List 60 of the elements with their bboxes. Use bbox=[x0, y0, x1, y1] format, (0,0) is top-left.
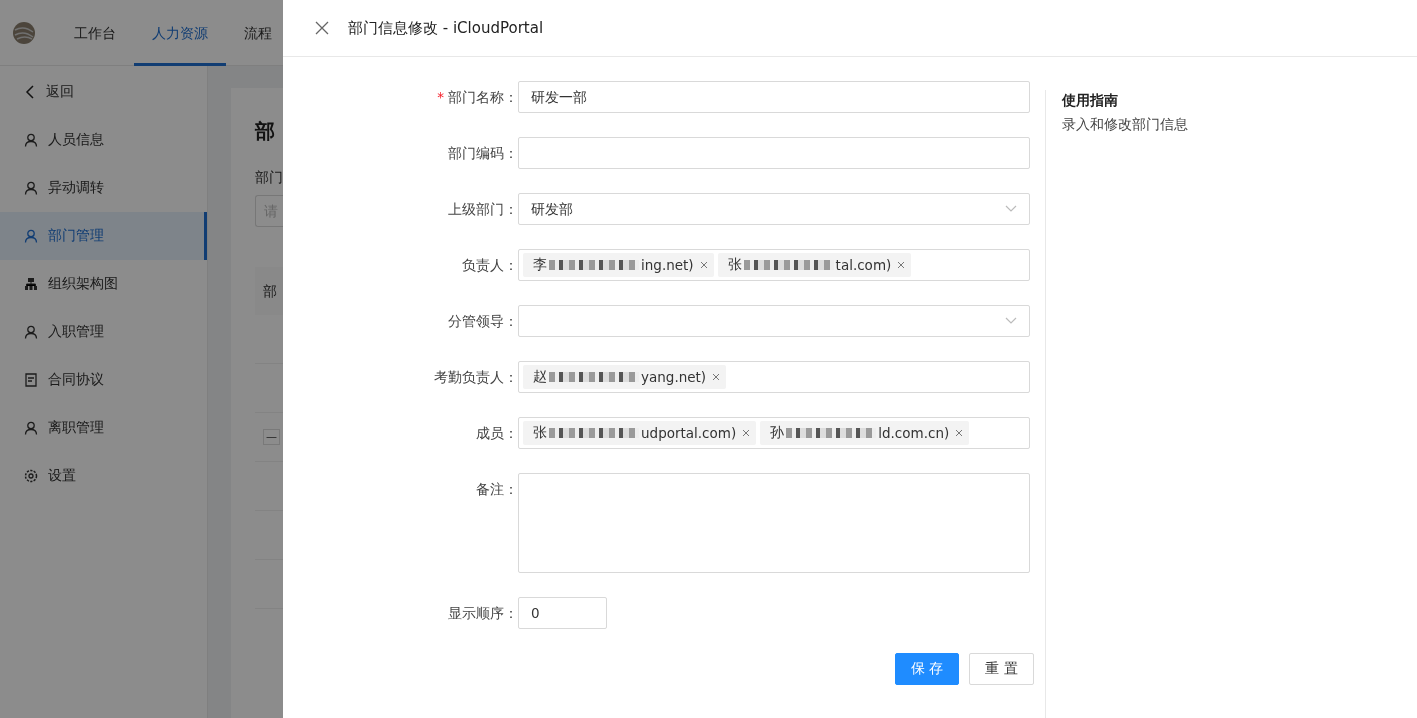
sidebar-item[interactable]: 入职管理 bbox=[0, 308, 207, 356]
text-field[interactable] bbox=[518, 137, 1030, 169]
nav-tab[interactable]: 流程 bbox=[226, 0, 272, 66]
person-icon bbox=[24, 229, 38, 243]
person-icon bbox=[24, 421, 38, 435]
tag-select-field[interactable]: 李 ing.net) 张 tal.com) bbox=[518, 249, 1030, 281]
settings-icon bbox=[24, 469, 38, 483]
person-icon bbox=[24, 181, 38, 195]
select-field[interactable]: 研发部 bbox=[518, 193, 1030, 225]
sidebar-item[interactable]: 组织架构图 bbox=[0, 260, 207, 308]
field-label: 分管领导： bbox=[448, 313, 518, 329]
select-field[interactable] bbox=[518, 305, 1030, 337]
tag-select-field[interactable]: 赵 yang.net) bbox=[518, 361, 1030, 393]
guide-text: 录入和修改部门信息 bbox=[1062, 116, 1188, 134]
order-field[interactable]: 0 bbox=[518, 597, 607, 629]
chevron-down-icon bbox=[1005, 317, 1017, 325]
person-icon bbox=[24, 325, 38, 339]
sidebar-item[interactable]: 异动调转 bbox=[0, 164, 207, 212]
globe-logo bbox=[12, 20, 36, 45]
remove-icon[interactable] bbox=[712, 373, 721, 381]
document-icon bbox=[24, 373, 38, 387]
person-tag: 张 tal.com) bbox=[717, 253, 912, 277]
field-label: 部门名称： bbox=[448, 89, 518, 105]
field-label: 考勤负责人： bbox=[434, 369, 518, 385]
filter-label: 部门 bbox=[255, 169, 284, 187]
remove-icon[interactable] bbox=[955, 429, 964, 437]
back-link[interactable]: 返回 bbox=[0, 68, 207, 116]
expand-toggle[interactable]: — bbox=[263, 429, 280, 445]
tag-select-field[interactable]: 张 udportal.com) 孙 ld.com.cn) bbox=[518, 417, 1030, 449]
chevron-left-icon bbox=[24, 85, 36, 99]
nav-tab[interactable]: 工作台 bbox=[56, 0, 134, 66]
person-tag: 孙 ld.com.cn) bbox=[760, 421, 970, 445]
text-field[interactable]: 研发一部 bbox=[518, 81, 1030, 113]
field-label: 负责人： bbox=[462, 257, 518, 273]
remove-icon[interactable] bbox=[897, 261, 906, 269]
field-label: 上级部门： bbox=[448, 201, 518, 217]
sidebar-item[interactable]: 设置 bbox=[0, 452, 207, 500]
person-icon bbox=[24, 133, 38, 147]
field-label: 备注： bbox=[476, 481, 518, 497]
field-label: 显示顺序： bbox=[448, 605, 518, 621]
page-title: 部 bbox=[255, 118, 276, 145]
person-tag: 赵 yang.net) bbox=[523, 365, 727, 389]
sidebar-item[interactable]: 合同协议 bbox=[0, 356, 207, 404]
required-mark: * bbox=[437, 89, 444, 105]
close-icon[interactable] bbox=[315, 21, 329, 35]
guide-title: 使用指南 bbox=[1062, 92, 1119, 110]
remove-icon[interactable] bbox=[699, 261, 708, 269]
drawer-title: 部门信息修改 - iCloudPortal bbox=[348, 18, 544, 38]
sidebar-item[interactable]: 离职管理 bbox=[0, 404, 207, 452]
reset-button[interactable]: 重 置 bbox=[969, 653, 1034, 685]
sidebar-item[interactable]: 人员信息 bbox=[0, 116, 207, 164]
person-tag: 李 ing.net) bbox=[523, 253, 714, 277]
sidebar-item[interactable]: 部门管理 bbox=[0, 212, 207, 260]
field-label: 部门编码： bbox=[448, 145, 518, 161]
remove-icon[interactable] bbox=[742, 429, 751, 437]
org-chart-icon bbox=[24, 277, 38, 291]
chevron-down-icon bbox=[1005, 205, 1017, 213]
field-label: 成员： bbox=[476, 425, 518, 441]
save-button[interactable]: 保 存 bbox=[895, 653, 960, 685]
person-tag: 张 udportal.com) bbox=[523, 421, 757, 445]
